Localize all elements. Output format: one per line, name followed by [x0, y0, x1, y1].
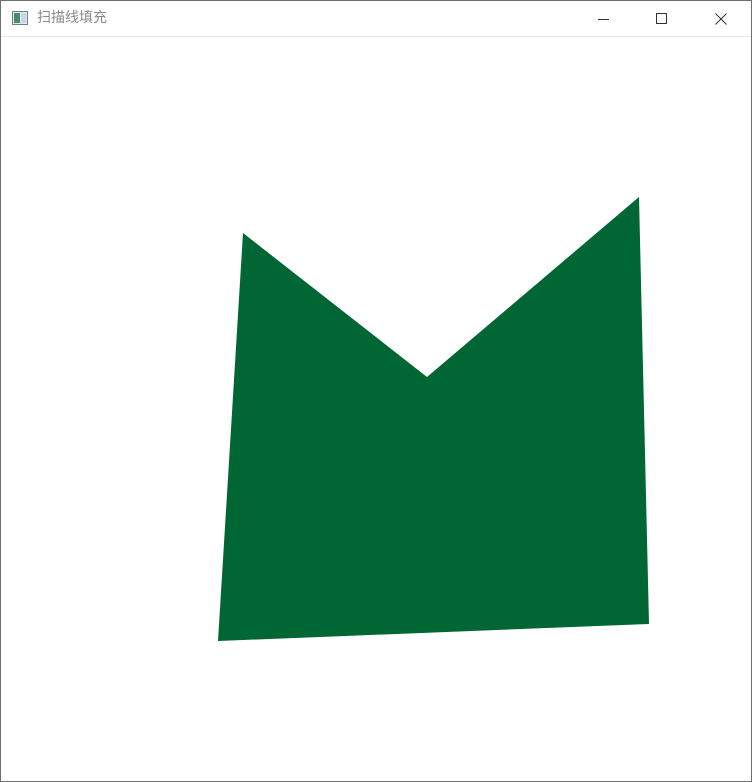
window-title: 扫描线填充 — [37, 10, 107, 26]
maximize-button[interactable] — [633, 1, 691, 36]
minimize-button[interactable] — [575, 1, 633, 36]
title-bar[interactable]: 扫描线填充 — [1, 1, 751, 37]
app-icon — [12, 10, 28, 25]
drawing-canvas[interactable] — [1, 37, 751, 781]
minimize-icon — [598, 13, 610, 25]
scanline-filled-polygon — [218, 197, 649, 641]
close-icon — [715, 12, 727, 25]
app-window: 扫描线填充 — [0, 0, 752, 782]
close-button[interactable] — [692, 1, 750, 36]
canvas-svg — [218, 197, 649, 641]
maximize-icon — [656, 12, 668, 25]
